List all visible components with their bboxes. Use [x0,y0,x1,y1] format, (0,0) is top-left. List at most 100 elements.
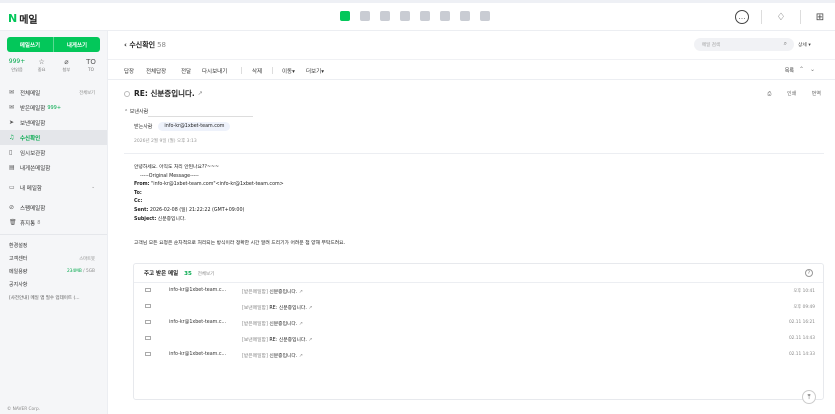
delete-button[interactable]: 삭제 [252,67,262,75]
page-title: ‹ 수신확인 58 [124,41,167,49]
top-right-actions: … ♢ ⊞ [735,10,827,24]
list-item[interactable]: [보낸메일함] RE: 신분증입니다. ↗ 02.11 14:43 [134,331,823,347]
sidebar-item-trash[interactable]: 🗑 휴지통 8 [0,215,107,230]
reply-button[interactable]: 답장 [124,67,134,75]
sender-redacted-line [148,116,253,117]
sidebar-item-self[interactable]: ▤ 내게쓴메일함 [0,160,107,175]
storage-usage: 메일용량 234MB / 5GB [9,269,95,275]
storage-used: 234MB [66,269,82,274]
sidebar-item-my-folders[interactable]: ▭ 내 메일함 ⌄ [0,180,107,195]
paperclip-icon: ⌀ [64,58,69,66]
select-circle-icon[interactable] [124,90,130,97]
reply-all-button[interactable]: 전체답장 [146,67,166,75]
search-input[interactable]: 메일 검색 ⌕ [694,38,794,51]
note-app-icon[interactable] [460,11,470,21]
help-icon[interactable]: ? [805,269,813,277]
notice-link[interactable]: [사전안내] 메일 앱 필수 업데이트 (... [0,291,107,304]
print-button[interactable]: ⎙ 인쇄 [767,91,796,97]
naver-mail-logo[interactable]: N 메일 [8,11,38,26]
list-item[interactable]: [보낸메일함] RE: 신분증입니다. ↗ 오후 09:49 [134,299,823,315]
compose-button[interactable]: 메일쓰기 [7,37,53,52]
related-mails-panel: 주고 받은 메일 35 전체보기 ? info-kr@1xbet-team.c.… [133,263,824,400]
sidebar-item-sent[interactable]: ➤ 보낸메일함 [0,115,107,130]
smart-bot-link[interactable]: 스마트봇 [79,256,95,262]
sender-toggle[interactable]: ⌃ 보낸사람 [124,108,148,115]
mail-count: 58 [157,41,167,49]
unread-count: 999+ [47,104,62,111]
recipient-chip[interactable]: info-kr@1xbet-team.com [158,122,231,131]
calendar-app-icon[interactable] [360,11,370,21]
compose-buttons: 메일쓰기 내게쓰기 [7,37,100,52]
quick-filters: 999+ 안읽음 ☆ 중요 ⌀ 첨부 TO TO [6,58,102,73]
support-link[interactable]: 고객센터 스마트봇 [0,252,107,265]
trash-icon: 🗑 [9,219,17,226]
important-filter[interactable]: ☆ 중요 [31,58,53,73]
inbox-icon: ✉ [9,104,15,111]
envelope-icon [145,320,151,324]
list-item[interactable]: info-kr@1xbet-team.c... [받은메일함] 신분증입니다. … [134,347,823,363]
list-item[interactable]: info-kr@1xbet-team.c... [받은메일함] 신분증입니다. … [134,283,823,299]
envelope-icon [145,352,151,356]
folder-list: ✉ 전체메일 전체보기 ✉ 받은메일함 999+ ➤ 보낸메일함 ♫ 수신확인 … [0,85,107,304]
chevron-down-icon[interactable]: ⌄ [91,185,95,190]
to-me-filter[interactable]: TO TO [80,58,102,73]
subject-actions: ⎙ 인쇄 번역 [753,90,821,97]
send-icon: ➤ [9,119,15,126]
envelope-icon [145,336,151,340]
scroll-to-top-button[interactable]: ⤒ [802,390,816,404]
trash-count: 8 [37,219,41,226]
divider [0,234,107,235]
related-mails-title: 주고 받은 메일 35 전체보기 [144,271,215,277]
naver-n-logo: N [8,12,18,25]
cloud-app-icon[interactable] [420,11,430,21]
receipt-icon: ♫ [9,134,15,141]
mail-date: 2026년 2월 9일 (월) 오후 3:13 [134,139,197,144]
sidebar-item-spam[interactable]: ⊘ 스팸메일함 [0,200,107,215]
folder-icon: ▭ [9,184,15,191]
app-switcher [340,11,490,21]
app-title: 메일 [19,15,38,26]
search-icon[interactable]: ⌕ [784,40,787,48]
draft-icon: ▯ [9,149,13,156]
mail-app-icon[interactable] [340,11,350,21]
divider [124,153,824,154]
spam-icon: ⊘ [9,204,15,211]
resend-button[interactable]: 다시보내기 [202,67,227,75]
divider [761,10,762,24]
notice-label: 공지사항 [9,282,28,288]
unread-filter[interactable]: 999+ 안읽음 [6,58,28,73]
divider [241,67,242,74]
envelope-icon [145,288,151,292]
sidebar-item-drafts[interactable]: ▯ 임시보관함 [0,145,107,160]
bookmark-app-icon[interactable] [480,11,490,21]
translate-button[interactable]: 번역 [812,91,821,97]
star-icon: ☆ [38,58,45,66]
related-view-all-link[interactable]: 전체보기 [198,272,215,277]
chat-icon[interactable]: … [735,10,749,24]
photo-app-icon[interactable] [380,11,390,21]
view-all-link[interactable]: 전체보기 [79,90,95,96]
prev-next-arrows[interactable]: ⌃⌄ [799,66,821,73]
more-button[interactable]: 더보기▾ [306,67,324,75]
move-button[interactable]: 이동▾ [282,67,295,75]
memo-app-icon[interactable] [440,11,450,21]
detail-search-button[interactable]: 상세 ▾ [798,41,811,48]
mail-body: 안녕하세요. 아직도 처리 안된나요??~~~ -----Original Me… [134,165,346,247]
list-item[interactable]: info-kr@1xbet-team.c... [받은메일함] 신분증입니다. … [134,315,823,331]
settings-link[interactable]: 환경설정 [0,239,107,252]
sidebar-item-read-receipt[interactable]: ♫ 수신확인 [0,130,107,145]
external-link-icon[interactable]: ↗ [198,90,203,97]
write-to-self-button[interactable]: 내게쓰기 [53,37,100,52]
envelope-icon [145,304,151,308]
attachment-filter[interactable]: ⌀ 첨부 [55,58,77,73]
storage-total: 5GB [85,269,95,274]
related-count: 35 [184,271,192,277]
grid-icon[interactable]: ⊞ [813,10,827,24]
list-button[interactable]: 목록 [785,67,794,74]
sidebar-item-all-mail[interactable]: ✉ 전체메일 전체보기 [0,85,107,100]
copyright: © NAVER Corp. [7,407,41,412]
sidebar-item-inbox[interactable]: ✉ 받은메일함 999+ [0,100,107,115]
contacts-app-icon[interactable] [400,11,410,21]
bell-icon[interactable]: ♢ [774,10,788,24]
forward-button[interactable]: 전달 [181,67,191,75]
